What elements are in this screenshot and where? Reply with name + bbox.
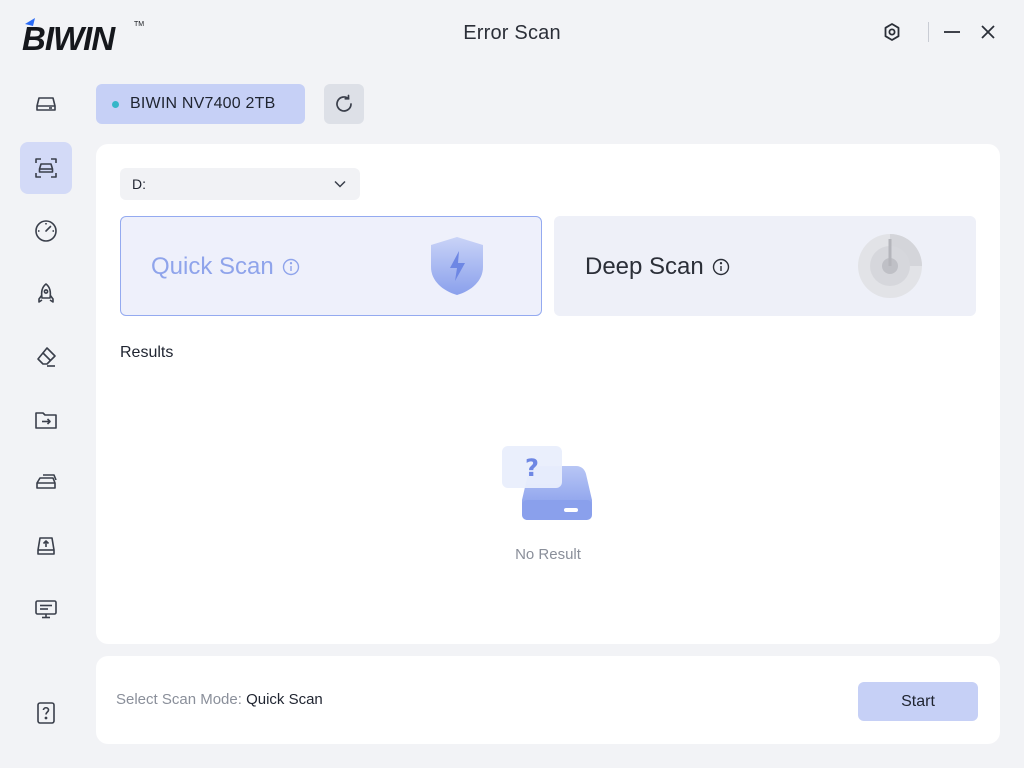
main-panel: D: Quick Scan Deep Scan Results ? No Res…	[96, 144, 1000, 644]
sidebar-item-firmware-update[interactable]	[20, 520, 72, 572]
gear-icon	[884, 23, 900, 41]
no-result-text: No Result	[515, 546, 581, 563]
start-button[interactable]: Start	[858, 682, 978, 721]
disc-radar-icon	[858, 234, 922, 298]
sidebar-item-data-migration[interactable]	[20, 394, 72, 446]
window-title: Error Scan	[463, 22, 561, 44]
drive-clone-icon	[36, 474, 57, 489]
sidebar-item-drive[interactable]	[20, 78, 72, 130]
settings-button[interactable]	[880, 20, 904, 44]
minimize-button[interactable]	[940, 20, 964, 44]
selected-mode-value: Quick Scan	[246, 691, 323, 708]
device-status-dot	[112, 100, 119, 108]
deep-scan-label: Deep Scan	[585, 253, 704, 280]
empty-drive-question-icon: ?	[502, 446, 592, 520]
sidebar-item-system-info[interactable]	[20, 583, 72, 635]
drive-dropdown[interactable]: D:	[120, 168, 360, 200]
svg-text:?: ?	[525, 454, 539, 482]
sidebar-item-help[interactable]	[20, 687, 72, 739]
eraser-icon	[37, 347, 56, 367]
help-icon	[37, 702, 55, 724]
selected-mode-text: Select Scan Mode: Quick Scan	[116, 691, 323, 708]
quick-scan-option[interactable]: Quick Scan	[120, 216, 542, 316]
drive-icon	[36, 97, 56, 111]
sidebar-item-secure-erase[interactable]	[20, 331, 72, 383]
monitor-icon	[35, 600, 57, 619]
refresh-button[interactable]	[324, 84, 364, 124]
info-icon	[282, 258, 299, 276]
selected-mode-label: Select Scan Mode:	[116, 691, 242, 708]
quick-scan-info-icon[interactable]	[282, 258, 300, 276]
firmware-upload-icon	[37, 537, 55, 555]
sidebar-item-error-scan[interactable]	[20, 142, 72, 194]
device-name: BIWIN NV7400 2TB	[130, 95, 276, 112]
title-bar: BIWIN TM Error Scan	[0, 0, 1024, 66]
shield-lightning-icon	[431, 237, 483, 295]
sidebar-item-clone[interactable]	[20, 457, 72, 509]
action-bar: Select Scan Mode: Quick Scan Start	[96, 656, 1000, 744]
quick-scan-label: Quick Scan	[151, 253, 274, 280]
deep-scan-info-icon[interactable]	[712, 258, 730, 276]
close-icon	[981, 25, 995, 39]
chevron-down-icon	[334, 180, 346, 188]
drive-dropdown-value: D:	[132, 176, 146, 192]
drive-scan-icon	[35, 158, 57, 178]
sidebar-item-optimize[interactable]	[20, 268, 72, 320]
close-button[interactable]	[976, 20, 1000, 44]
sidebar-item-benchmark[interactable]	[20, 205, 72, 257]
device-selector[interactable]: BIWIN NV7400 2TB	[96, 84, 305, 124]
folder-transfer-icon	[35, 412, 57, 429]
results-heading: Results	[120, 344, 174, 361]
deep-scan-option[interactable]: Deep Scan	[554, 216, 976, 316]
title-separator	[928, 22, 929, 42]
rocket-icon	[38, 283, 54, 303]
minus-icon	[944, 31, 960, 33]
info-icon	[712, 258, 729, 276]
speedometer-icon	[35, 220, 57, 242]
refresh-icon	[336, 94, 352, 112]
